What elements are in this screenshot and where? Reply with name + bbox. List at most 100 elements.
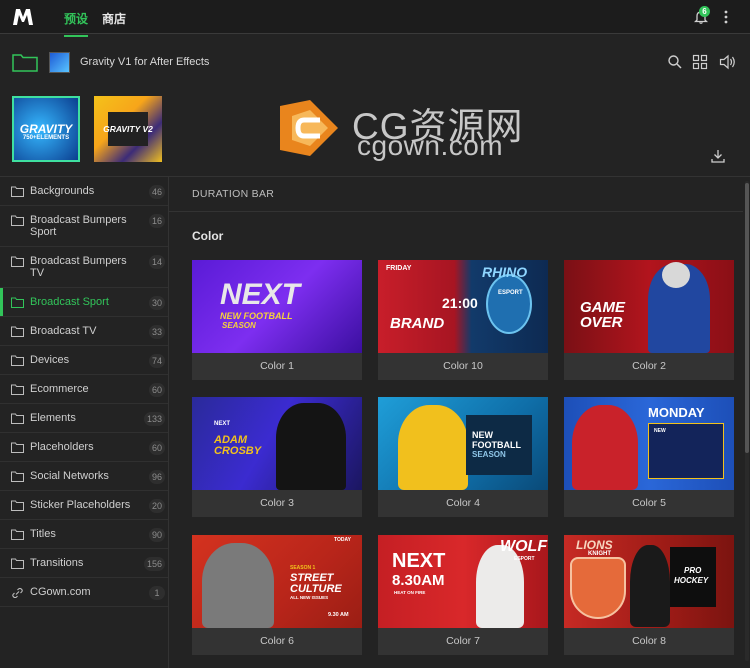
tab-presets[interactable]: 预设 [64, 10, 89, 37]
sidebar-item-social-networks[interactable]: Social Networks 96 [0, 462, 168, 491]
art-text: GAME [580, 299, 625, 316]
sidebar-item-transitions[interactable]: Transitions 156 [0, 549, 168, 578]
template-card[interactable]: FRIDAY 21:00 BRAND RHINO ESPORT Color 10 [378, 260, 548, 380]
art-text: ESPORT [498, 290, 523, 296]
download-icon[interactable] [710, 148, 726, 164]
art-text: CULTURE [290, 583, 342, 595]
divider [169, 211, 743, 212]
search-icon[interactable] [667, 54, 683, 70]
card-preview: MONDAY NEW [564, 397, 734, 490]
sidebar-item-ecommerce[interactable]: Ecommerce 60 [0, 375, 168, 404]
content-panel: DURATION BAR Color NEXT NEW FOOTBALL SEA… [168, 176, 750, 668]
template-card[interactable]: NEW FOOTBALL SEASON Color 4 [378, 397, 548, 517]
link-icon [12, 587, 23, 598]
sidebar-item-sticker-placeholders[interactable]: Sticker Placeholders 20 [0, 491, 168, 520]
count-badge: 96 [148, 470, 165, 484]
sidebar-item-devices[interactable]: Devices 74 [0, 346, 168, 375]
notification-badge: 6 [699, 6, 710, 17]
scrollbar-thumb[interactable] [745, 183, 749, 453]
art-text: 9.30 AM [328, 612, 349, 618]
sidebar-item-broadcast-tv[interactable]: Broadcast TV 33 [0, 317, 168, 346]
art-text: PRO [684, 566, 702, 575]
art-text: SEASON 1 [290, 565, 316, 571]
template-card[interactable]: MONDAY NEW Color 5 [564, 397, 734, 517]
top-bar: 预设 商店 6 [0, 0, 750, 37]
sidebar-item-label: Devices [30, 354, 70, 366]
count-badge: 14 [148, 255, 165, 269]
card-preview: NEXT NEW FOOTBALL SEASON [192, 260, 362, 353]
mascot-badge [486, 274, 532, 334]
sidebar-item-label: Broadcast Bumpers TV [30, 255, 127, 279]
more-menu-icon[interactable] [720, 9, 732, 25]
sidebar-item-label: Elements [30, 412, 76, 424]
folder-icon [11, 186, 24, 197]
art-text: LIONS [576, 538, 613, 552]
folder-icon [11, 215, 24, 226]
folder-icon [11, 413, 24, 424]
art-text: FOOTBALL [472, 440, 521, 450]
art-text: NEW [654, 428, 666, 434]
card-caption: Color 10 [378, 353, 548, 380]
folder-icon[interactable] [12, 52, 38, 72]
player-figure [630, 545, 670, 627]
template-card[interactable]: NEXT 8.30AM HEAT ON FIRE WOLF ESPORT Col… [378, 535, 548, 655]
sidebar-item-cgown[interactable]: CGown.com 1 [0, 578, 168, 607]
art-text: CROSBY [214, 445, 262, 457]
shield-emblem [570, 557, 626, 619]
folder-icon [11, 442, 24, 453]
tab-store[interactable]: 商店 [102, 10, 126, 27]
sidebar-item-broadcast-sport[interactable]: Broadcast Sport 30 [0, 288, 168, 317]
template-card[interactable]: GAME OVER Color 2 [564, 260, 734, 380]
sidebar-item-label: Transitions [30, 557, 84, 569]
art-text: TODAY [334, 537, 351, 543]
subsection-title: Color [192, 229, 224, 243]
preset-gravity-v2[interactable]: GRAVITY V2 [94, 96, 162, 162]
player-figure [276, 403, 346, 490]
count-badge: 16 [148, 214, 165, 228]
art-text: BRAND [390, 315, 445, 332]
sidebar-item-label: Broadcast TV [30, 325, 97, 337]
sidebar-item-broadcast-bumpers-tv[interactable]: Broadcast Bumpers TV 14 [0, 247, 168, 288]
preset-subtitle: 750+ELEMENTS [22, 135, 70, 141]
template-card[interactable]: NEXT NEW FOOTBALL SEASON Color 1 [192, 260, 362, 380]
art-text: NEW FOOTBALL [220, 311, 293, 321]
sidebar-item-elements[interactable]: Elements 133 [0, 404, 168, 433]
template-card[interactable]: NEXT ADAM CROSBY Color 3 [192, 397, 362, 517]
art-text: WOLF [500, 538, 548, 555]
card-caption: Color 7 [378, 628, 548, 655]
section-title: DURATION BAR [192, 188, 275, 200]
player-figure [572, 405, 638, 490]
art-text: ALL NEW ISSUES [290, 595, 329, 600]
sidebar-item-titles[interactable]: Titles 90 [0, 520, 168, 549]
card-caption: Color 6 [192, 628, 362, 655]
grid-view-icon[interactable] [692, 54, 708, 70]
folder-icon [11, 326, 24, 337]
sidebar-item-placeholders[interactable]: Placeholders 60 [0, 433, 168, 462]
player-figure [398, 405, 468, 490]
count-badge: 33 [148, 325, 165, 339]
template-card[interactable]: TODAY SEASON 1 STREET CULTURE ALL NEW IS… [192, 535, 362, 655]
art-text: SEASON [472, 450, 506, 459]
sidebar-item-broadcast-bumpers-sport[interactable]: Broadcast Bumpers Sport 16 [0, 206, 168, 247]
art-text: KNIGHT [588, 551, 611, 557]
count-badge: 60 [148, 383, 165, 397]
volume-icon[interactable] [719, 54, 737, 70]
sidebar-item-backgrounds[interactable]: Backgrounds 46 [0, 177, 168, 206]
template-card[interactable]: LIONS KNIGHT PRO HOCKEY Color 8 [564, 535, 734, 655]
sidebar-item-label: Titles [30, 528, 56, 540]
art-text: HOCKEY [674, 576, 709, 585]
card-caption: Color 3 [192, 490, 362, 517]
art-text: RHINO [482, 264, 528, 280]
count-badge: 60 [148, 441, 165, 455]
card-caption: Color 5 [564, 490, 734, 517]
product-title: Gravity V1 for After Effects [80, 56, 210, 68]
sidebar-item-label: CGown.com [30, 586, 91, 598]
art-text: OVER [580, 314, 623, 331]
app-logo-icon[interactable] [12, 7, 34, 27]
preset-gravity-v1[interactable]: GRAVITY 750+ELEMENTS [12, 96, 80, 162]
card-preview: NEW FOOTBALL SEASON [378, 397, 548, 490]
sidebar-item-label: Backgrounds [30, 185, 95, 197]
sidebar-item-label: Ecommerce [30, 383, 89, 395]
art-text: 8.30AM [392, 572, 445, 589]
sidebar-item-label: Sticker Placeholders [30, 499, 131, 511]
